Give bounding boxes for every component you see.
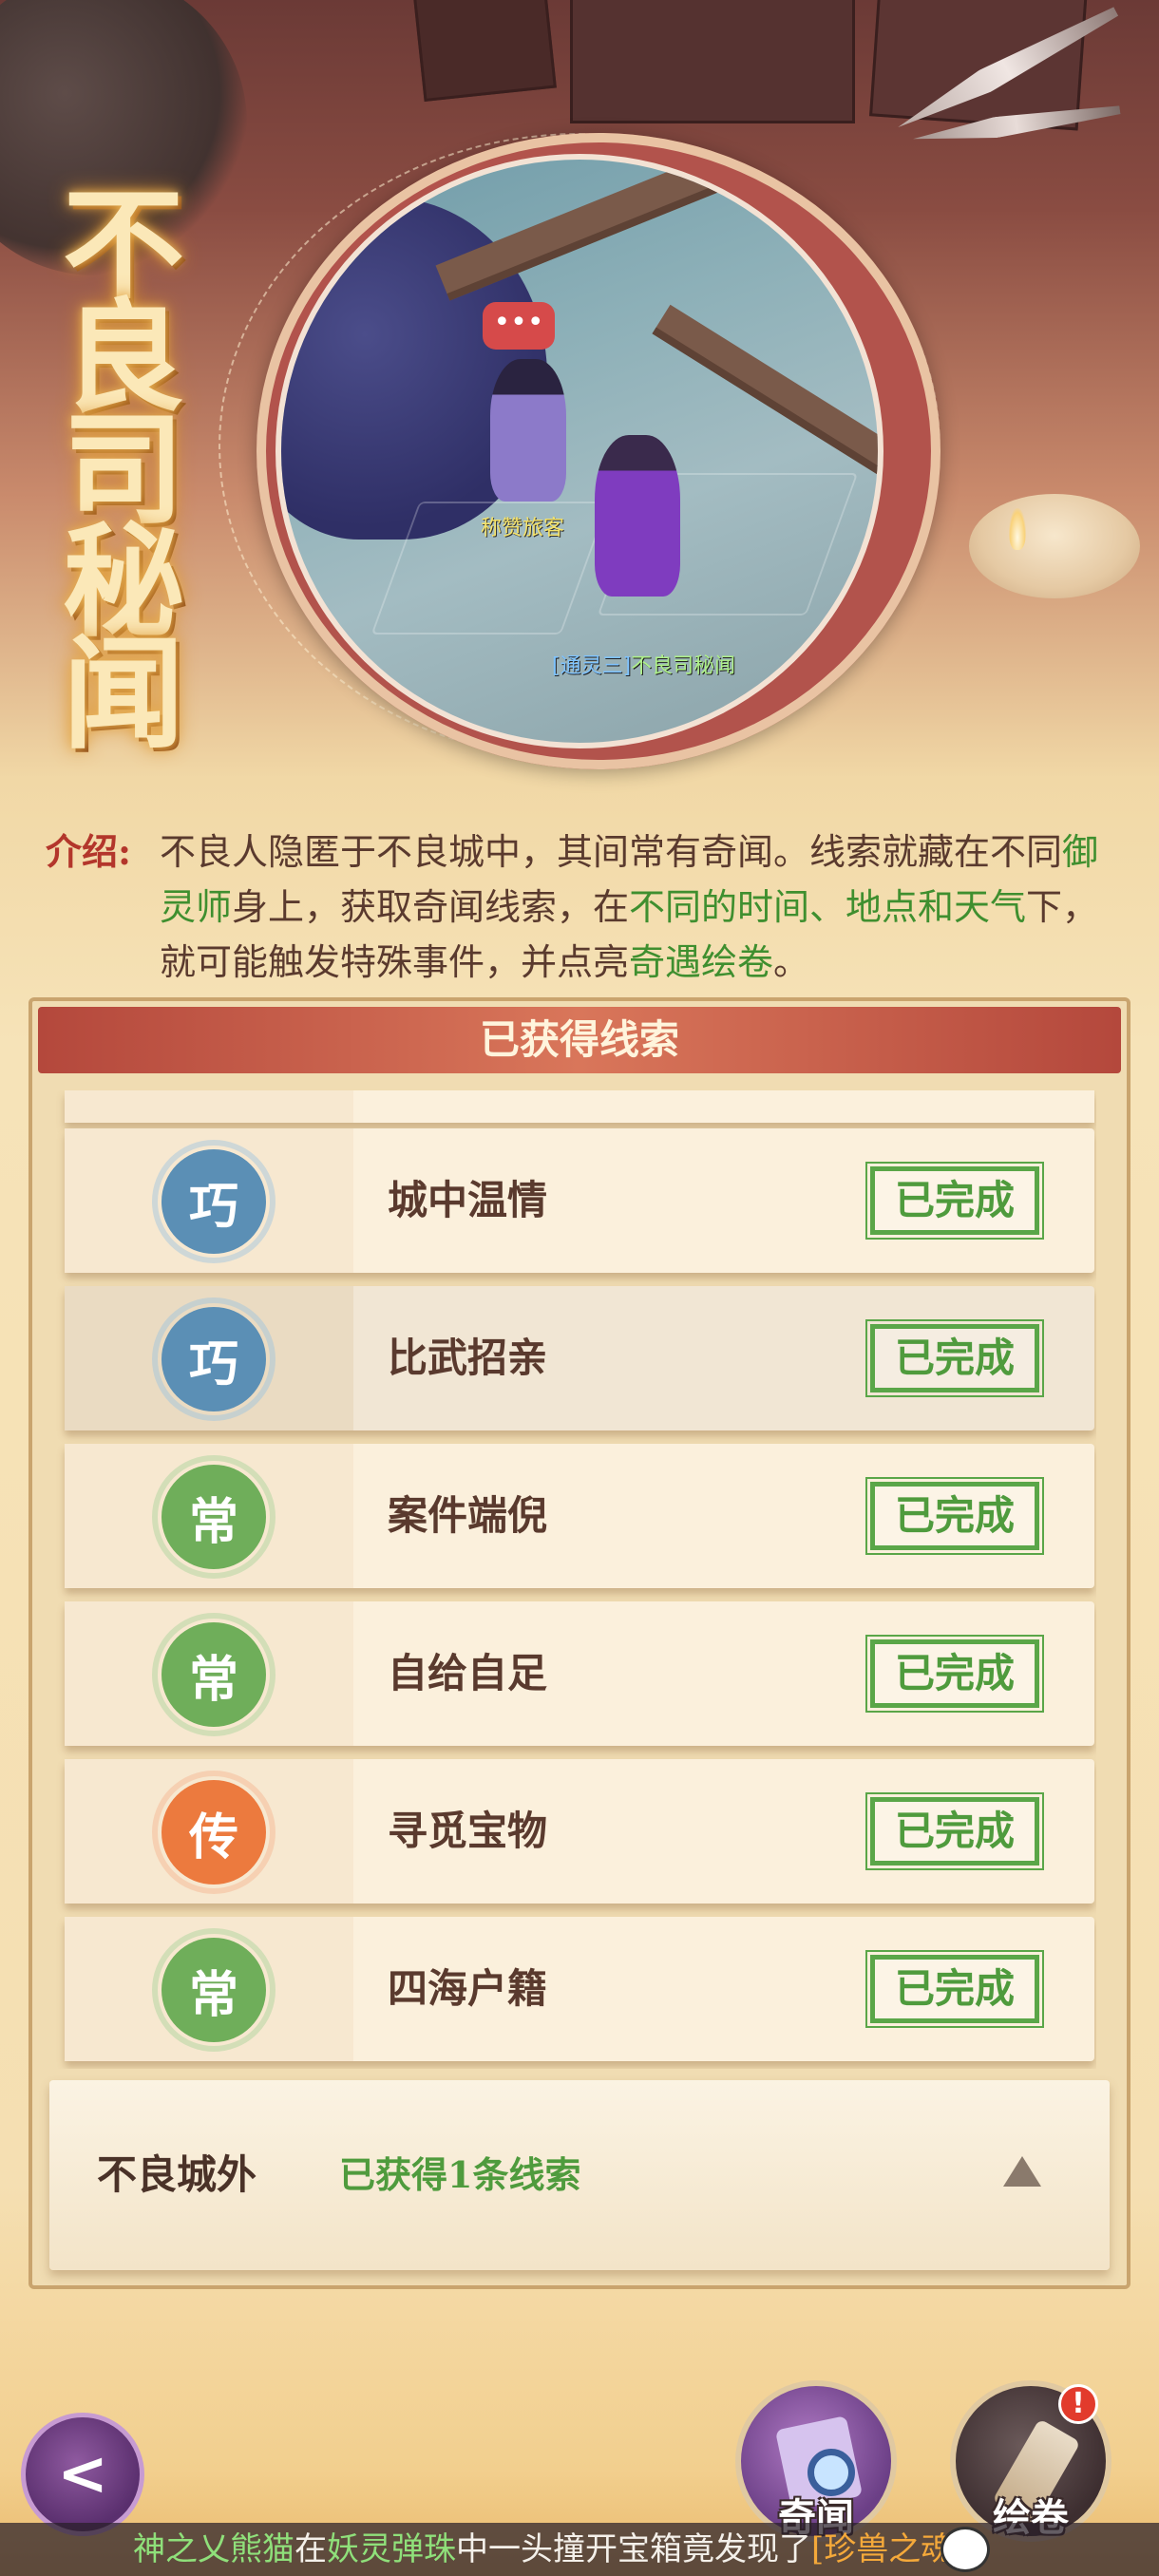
- intro-segment: 。: [773, 941, 810, 983]
- intro-highlight: 奇遇绘卷: [629, 941, 774, 983]
- chang-badge-icon: 常: [152, 1455, 276, 1579]
- scene-preview: ••• 称赞旅客 [通灵三]不良司秘闻: [276, 154, 884, 748]
- qiao-badge-icon: 巧: [152, 1297, 276, 1421]
- alert-badge-icon: !: [1058, 2384, 1098, 2424]
- chuan-badge-icon: 传: [152, 1771, 276, 1894]
- chang-badge-icon: 常: [152, 1613, 276, 1736]
- npc-character[interactable]: [490, 359, 566, 502]
- completed-stamp: 已完成: [865, 1635, 1044, 1713]
- ticker-text: 中一头撞开宝箱竟发现了: [456, 2530, 811, 2568]
- bookshelf-decoration: [869, 0, 1088, 131]
- row-left-cell: 传: [65, 1759, 353, 1904]
- clue-name: 城中温情: [388, 1177, 548, 1223]
- panel-title: 已获得线索: [479, 1016, 679, 1063]
- intro-label: 介绍:: [46, 830, 132, 873]
- list-item[interactable]: 常 四海户籍 已完成: [65, 1917, 1094, 2061]
- row-left-cell: [65, 1090, 353, 1123]
- panel-header: 已获得线索: [38, 1007, 1121, 1073]
- player-name: 不良司秘闻: [631, 654, 736, 678]
- completed-stamp: 已完成: [865, 1477, 1044, 1555]
- intro-segment: 不良人隐匿于不良城中，其间常有奇闻。线索就藏在不同: [160, 831, 1063, 873]
- bookshelf-decoration: [570, 0, 855, 123]
- completed-stamp: 已完成: [865, 1792, 1044, 1870]
- ticker-text: 在: [294, 2530, 327, 2568]
- completed-stamp: 已完成: [865, 1319, 1044, 1397]
- clue-name: 案件端倪: [388, 1492, 548, 1539]
- bookshelf-decoration: [412, 0, 557, 102]
- npc-speech-bubble-icon[interactable]: •••: [483, 302, 555, 350]
- clue-name: 四海户籍: [388, 1965, 548, 2012]
- player-character: [595, 435, 680, 597]
- ticker-game: 妖灵弹珠: [327, 2530, 456, 2568]
- expand-arrow-icon[interactable]: [1003, 2156, 1041, 2187]
- clue-name: 寻觅宝物: [388, 1808, 548, 1854]
- mascot-icon: [940, 2527, 990, 2572]
- back-button[interactable]: <: [21, 2413, 144, 2536]
- list-item-partial: [65, 1090, 1094, 1123]
- list-item[interactable]: 巧 城中温情 已完成: [65, 1128, 1094, 1273]
- section-name: 不良城外: [97, 2151, 257, 2198]
- clue-name: 自给自足: [388, 1650, 548, 1696]
- intro-highlight: 不同的时间、地点和天气: [629, 886, 1027, 928]
- wall-graphic: [652, 304, 878, 485]
- list-item[interactable]: 传 寻觅宝物 已完成: [65, 1759, 1094, 1904]
- npc-name-label: 称赞旅客: [481, 517, 565, 540]
- clue-list[interactable]: 巧 城中温情 已完成 巧 比武招亲 已完成 常 案件端倪 已完成 常 自给自足 …: [36, 1090, 1096, 2069]
- candle-flame-decoration: [1009, 508, 1026, 550]
- intro-text: 不良人隐匿于不良城中，其间常有奇闻。线索就藏在不同御灵师身上，获取奇闻线索，在不…: [160, 824, 1129, 990]
- page-title: 不良司秘闻: [62, 175, 184, 766]
- intro-segment: 身上，获取奇闻线索，在: [232, 886, 630, 928]
- row-left-cell: 常: [65, 1444, 353, 1588]
- player-name-label: [通灵三]不良司秘闻: [552, 649, 735, 679]
- row-left-cell: 巧: [65, 1286, 353, 1430]
- qiao-badge-icon: 巧: [152, 1140, 276, 1263]
- list-item[interactable]: 常 自给自足 已完成: [65, 1601, 1094, 1746]
- completed-stamp: 已完成: [865, 1162, 1044, 1240]
- completed-stamp: 已完成: [865, 1950, 1044, 2028]
- qiwen-button[interactable]: 奇闻: [735, 2380, 897, 2542]
- list-item[interactable]: 巧 比武招亲 已完成: [65, 1286, 1094, 1430]
- player-tag: [通灵三]: [552, 654, 632, 678]
- chang-badge-icon: 常: [152, 1928, 276, 2052]
- header-scene: 不良司秘闻 ••• 称赞旅客 [通灵三]不良司秘闻: [0, 0, 1159, 817]
- candle-plate-decoration: [969, 494, 1140, 598]
- huijuan-button[interactable]: ! 绘卷: [950, 2380, 1112, 2542]
- row-left-cell: 常: [65, 1601, 353, 1746]
- outer-city-section[interactable]: 不良城外 已获得1条线索: [49, 2080, 1110, 2270]
- row-left-cell: 常: [65, 1917, 353, 2061]
- clue-count: 已获得1条线索: [339, 2153, 581, 2196]
- row-left-cell: 巧: [65, 1128, 353, 1273]
- list-item[interactable]: 常 案件端倪 已完成: [65, 1444, 1094, 1588]
- clue-name: 比武招亲: [388, 1335, 548, 1381]
- ticker-user: 神之乂熊猫: [133, 2530, 294, 2568]
